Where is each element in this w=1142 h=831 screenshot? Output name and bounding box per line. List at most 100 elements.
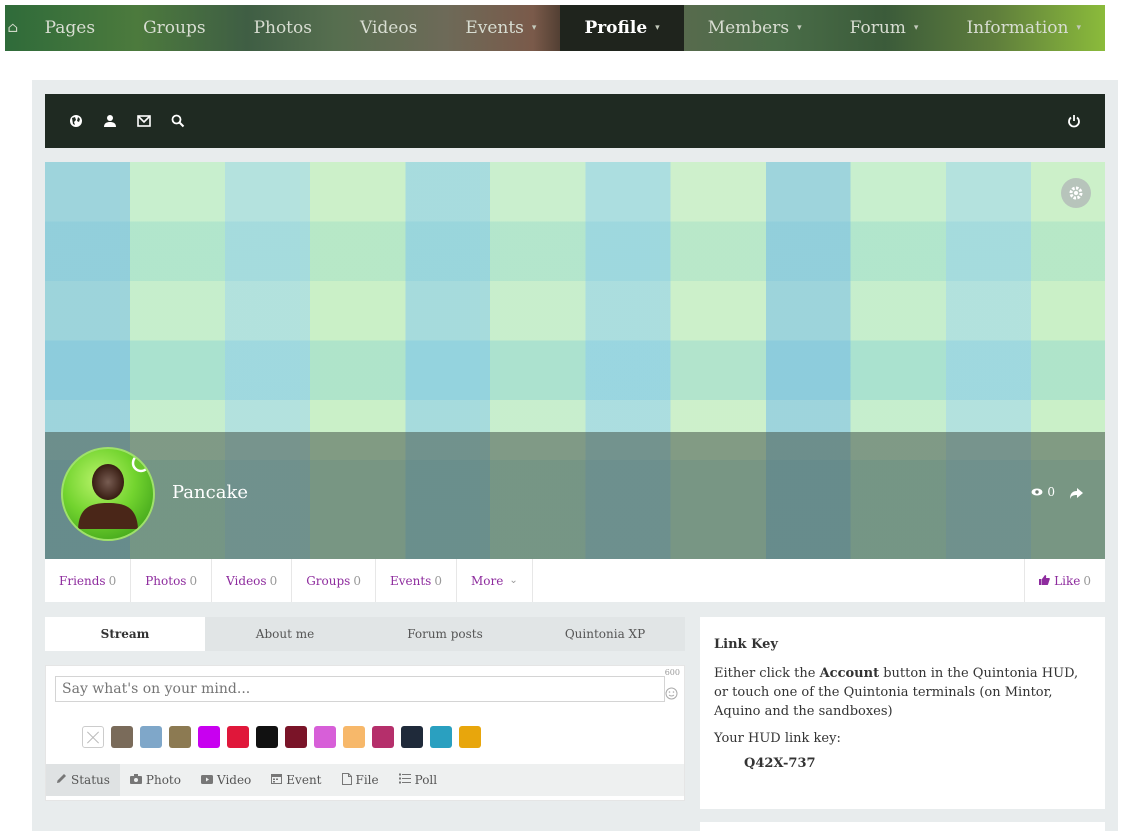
- character-counter: 600: [664, 668, 680, 677]
- post-type-label: Status: [71, 773, 110, 787]
- video-icon: [200, 773, 213, 787]
- swatch-none[interactable]: [82, 726, 104, 748]
- nav-item-groups[interactable]: Groups: [119, 5, 230, 51]
- power-icon[interactable]: [1057, 114, 1091, 128]
- gear-icon[interactable]: [1061, 178, 1091, 208]
- tab-stream[interactable]: Stream: [45, 617, 205, 651]
- color-swatch[interactable]: [198, 726, 220, 748]
- status-input[interactable]: [55, 676, 665, 702]
- tab-label: Groups: [306, 573, 351, 588]
- tab-count: 0: [434, 573, 442, 588]
- nav-label: Profile: [584, 18, 648, 38]
- nav-label: Photos: [253, 18, 312, 38]
- nav-item-forum[interactable]: Forum ▾: [826, 5, 943, 51]
- color-swatch[interactable]: [430, 726, 452, 748]
- post-type-event[interactable]: Event: [261, 764, 331, 796]
- nav-label: Videos: [359, 18, 418, 38]
- caret-down-icon: ▾: [531, 23, 537, 33]
- profile-tabs: Friends 0 Photos 0 Videos 0 Groups 0 Events 0…: [45, 559, 1105, 602]
- tab-count: 0: [108, 573, 117, 588]
- color-swatch[interactable]: [169, 726, 191, 748]
- caret-down-icon: ▾: [1076, 23, 1081, 33]
- caret-down-icon: ▾: [797, 23, 802, 33]
- views-count: 0: [1047, 485, 1055, 499]
- caret-down-icon: ▾: [913, 23, 919, 33]
- nav-item-events[interactable]: Events ▾: [441, 5, 560, 51]
- like-button[interactable]: Like 0: [1024, 559, 1105, 602]
- profile-toolbar: [45, 94, 1105, 148]
- tab-count: 0: [269, 573, 278, 588]
- color-swatch[interactable]: [343, 726, 365, 748]
- tab-events[interactable]: Events 0: [376, 559, 457, 602]
- sidebar-next-panel: [700, 822, 1105, 831]
- link-key-title: Link Key: [714, 637, 778, 652]
- views-counter: 0: [1031, 485, 1055, 499]
- list-icon: [398, 773, 411, 787]
- avatar[interactable]: [61, 447, 155, 541]
- nav-item-videos[interactable]: Videos: [336, 5, 441, 51]
- nav-label: Forum: [849, 18, 906, 38]
- user-icon[interactable]: [93, 114, 127, 128]
- tab-more[interactable]: More ⌄: [457, 559, 533, 602]
- color-swatch[interactable]: [372, 726, 394, 748]
- post-type-status[interactable]: Status: [46, 764, 120, 796]
- tab-about-me[interactable]: About me: [205, 617, 365, 651]
- color-swatch[interactable]: [459, 726, 481, 748]
- post-type-label: Event: [286, 773, 322, 787]
- post-type-file[interactable]: File: [332, 764, 389, 796]
- pencil-icon: [56, 773, 67, 787]
- tab-forum-posts[interactable]: Forum posts: [365, 617, 525, 651]
- tab-label: More: [470, 573, 504, 588]
- post-type-label: Photo: [145, 773, 181, 787]
- nav-item-pages[interactable]: Pages: [21, 5, 119, 51]
- link-key-description: Either click the Account button in the Q…: [714, 664, 1091, 721]
- like-count: 0: [1083, 573, 1091, 588]
- post-type-video[interactable]: Video: [191, 764, 261, 796]
- search-icon[interactable]: [161, 114, 195, 128]
- globe-icon[interactable]: [59, 114, 93, 128]
- stream-tabs: Stream About me Forum posts Quintonia XP: [45, 617, 685, 651]
- tab-quintonia-xp[interactable]: Quintonia XP: [525, 617, 685, 651]
- post-type-label: Video: [216, 773, 252, 787]
- calendar-icon: [271, 773, 283, 787]
- background-swatches: [82, 726, 481, 748]
- post-type-label: File: [355, 773, 379, 787]
- color-swatch[interactable]: [314, 726, 336, 748]
- eye-icon: [1031, 485, 1043, 499]
- color-swatch[interactable]: [227, 726, 249, 748]
- caret-down-icon: ▾: [655, 23, 660, 33]
- hud-key-label: Your HUD link key:: [714, 731, 841, 746]
- post-type-poll[interactable]: Poll: [389, 764, 448, 796]
- nav-label: Groups: [143, 18, 206, 38]
- home-icon[interactable]: ⌂: [5, 20, 21, 36]
- online-status-icon: [131, 453, 151, 477]
- nav-label: Events: [465, 18, 524, 38]
- emoji-icon[interactable]: [665, 685, 678, 704]
- tab-photos[interactable]: Photos 0: [131, 559, 213, 602]
- nav-item-members[interactable]: Members ▾: [684, 5, 826, 51]
- tab-count: 0: [353, 573, 361, 588]
- share-icon[interactable]: [1070, 484, 1083, 503]
- color-swatch[interactable]: [140, 726, 162, 748]
- account-label: Account: [819, 666, 880, 681]
- tab-label: Photos: [145, 573, 187, 588]
- camera-icon: [129, 773, 142, 787]
- color-swatch[interactable]: [285, 726, 307, 748]
- tab-label: Videos: [226, 573, 267, 588]
- tab-groups[interactable]: Groups 0: [292, 559, 376, 602]
- thumbs-up-icon: [1039, 574, 1051, 588]
- nav-item-information[interactable]: Information ▾: [942, 5, 1105, 51]
- color-swatch[interactable]: [401, 726, 423, 748]
- color-swatch[interactable]: [111, 726, 133, 748]
- nav-item-photos[interactable]: Photos: [230, 5, 336, 51]
- like-label: Like: [1054, 573, 1081, 588]
- cover-photo: Pancake 0: [45, 162, 1105, 559]
- top-navigation: ⌂ Pages Groups Photos Videos Events ▾ Pro…: [5, 5, 1105, 51]
- tab-friends[interactable]: Friends 0: [45, 559, 132, 602]
- mail-icon[interactable]: [127, 115, 161, 127]
- post-type-photo[interactable]: Photo: [120, 764, 191, 796]
- hud-link-key: Q42X-737: [744, 756, 816, 771]
- color-swatch[interactable]: [256, 726, 278, 748]
- nav-item-profile[interactable]: Profile ▾: [560, 5, 684, 51]
- tab-videos[interactable]: Videos 0: [212, 559, 293, 602]
